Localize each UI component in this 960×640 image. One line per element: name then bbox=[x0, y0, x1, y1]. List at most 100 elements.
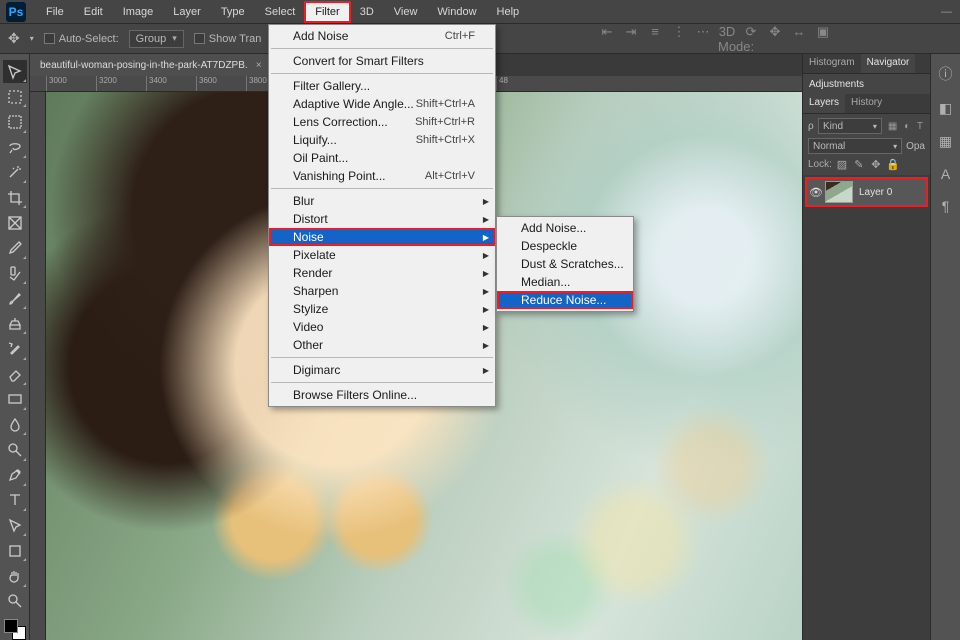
menu-edit[interactable]: Edit bbox=[74, 2, 113, 22]
lock-paint-icon[interactable]: ✎ bbox=[852, 158, 866, 171]
lock-all-icon[interactable]: 🔒 bbox=[886, 158, 900, 171]
tab-history[interactable]: History bbox=[845, 94, 888, 113]
tool-blur[interactable] bbox=[3, 413, 27, 436]
distribute-icon[interactable]: ⋮ bbox=[670, 24, 688, 54]
color-swatches[interactable] bbox=[4, 619, 26, 640]
lock-transparent-icon[interactable]: ▨ bbox=[835, 158, 849, 171]
align-icon[interactable]: ≡ bbox=[646, 24, 664, 54]
tab-navigator[interactable]: Navigator bbox=[861, 54, 916, 73]
menu-image[interactable]: Image bbox=[113, 2, 164, 22]
menu-file[interactable]: File bbox=[36, 2, 74, 22]
noise-median[interactable]: Median... bbox=[497, 273, 633, 291]
auto-select-target[interactable]: Group ▾ bbox=[129, 30, 184, 48]
filter-sharpen[interactable]: Sharpen bbox=[269, 282, 495, 300]
filter-pixel-icon[interactable]: ▦ bbox=[886, 121, 899, 132]
tools-panel bbox=[0, 54, 30, 640]
dolly-icon[interactable]: ↔ bbox=[790, 24, 808, 54]
filter-noise[interactable]: Noise bbox=[269, 228, 495, 246]
tool-frame[interactable] bbox=[3, 211, 27, 234]
filter-other[interactable]: Other bbox=[269, 336, 495, 354]
menu-label: Convert for Smart Filters bbox=[293, 54, 424, 68]
align-icon[interactable]: ⇥ bbox=[622, 24, 640, 54]
filter-pixelate[interactable]: Pixelate bbox=[269, 246, 495, 264]
menu-help[interactable]: Help bbox=[487, 2, 530, 22]
filter-stylize[interactable]: Stylize bbox=[269, 300, 495, 318]
layer-name[interactable]: Layer 0 bbox=[859, 187, 892, 198]
tool-clone[interactable] bbox=[3, 312, 27, 335]
filter-oilpaint[interactable]: Oil Paint... bbox=[269, 149, 495, 167]
tool-crop[interactable] bbox=[3, 186, 27, 209]
tab-adjustments[interactable]: Adjustments bbox=[803, 76, 870, 93]
menu-view[interactable]: View bbox=[384, 2, 428, 22]
filter-wideangle[interactable]: Adaptive Wide Angle...Shift+Ctrl+A bbox=[269, 95, 495, 113]
camera-icon[interactable]: ▣ bbox=[814, 24, 832, 54]
show-transform-checkbox[interactable]: Show Tran bbox=[194, 33, 262, 45]
tool-artboard[interactable] bbox=[3, 85, 27, 108]
tool-pen[interactable] bbox=[3, 464, 27, 487]
layer-filter-select[interactable]: Kind ▾ bbox=[818, 118, 882, 134]
noise-reduce[interactable]: Reduce Noise... bbox=[497, 291, 633, 309]
move-tool-icon[interactable]: ✥ bbox=[8, 30, 20, 47]
orbit-icon[interactable]: ⟳ bbox=[742, 24, 760, 54]
menu-filter[interactable]: Filter bbox=[305, 2, 349, 22]
noise-despeckle[interactable]: Despeckle bbox=[497, 237, 633, 255]
auto-select-checkbox[interactable]: Auto-Select: bbox=[44, 33, 119, 45]
lock-position-icon[interactable]: ✥ bbox=[869, 158, 883, 171]
info-icon[interactable]: ⓘ bbox=[939, 64, 953, 84]
menu-select[interactable]: Select bbox=[255, 2, 306, 22]
filter-blur[interactable]: Blur bbox=[269, 192, 495, 210]
chevron-down-icon[interactable]: ▾ bbox=[30, 34, 34, 43]
tool-shape[interactable] bbox=[3, 539, 27, 562]
layer-item[interactable]: 👁 Layer 0 bbox=[805, 177, 928, 207]
filter-recent[interactable]: Add Noise Ctrl+F bbox=[269, 27, 495, 45]
filter-video[interactable]: Video bbox=[269, 318, 495, 336]
tab-layers[interactable]: Layers bbox=[803, 94, 845, 113]
tool-hand[interactable] bbox=[3, 564, 27, 587]
filter-liquify[interactable]: Liquify...Shift+Ctrl+X bbox=[269, 131, 495, 149]
tool-eyedropper[interactable] bbox=[3, 237, 27, 260]
noise-add[interactable]: Add Noise... bbox=[497, 219, 633, 237]
align-icon[interactable]: ⇤ bbox=[598, 24, 616, 54]
filter-distort[interactable]: Distort bbox=[269, 210, 495, 228]
swatches-icon[interactable]: ▦ bbox=[939, 133, 952, 150]
menu-window[interactable]: Window bbox=[427, 2, 486, 22]
noise-dust[interactable]: Dust & Scratches... bbox=[497, 255, 633, 273]
tool-marquee[interactable] bbox=[3, 110, 27, 133]
tool-wand[interactable] bbox=[3, 161, 27, 184]
filter-lens[interactable]: Lens Correction...Shift+Ctrl+R bbox=[269, 113, 495, 131]
tool-zoom[interactable] bbox=[3, 590, 27, 613]
tool-type[interactable] bbox=[3, 489, 27, 512]
layer-thumbnail[interactable] bbox=[825, 181, 853, 203]
visibility-icon[interactable]: 👁 bbox=[807, 186, 825, 199]
tool-spot-heal[interactable] bbox=[3, 262, 27, 285]
filter-vanishing[interactable]: Vanishing Point...Alt+Ctrl+V bbox=[269, 167, 495, 185]
minimize-icon[interactable]: ― bbox=[941, 6, 952, 18]
paragraph-icon[interactable]: ¶ bbox=[942, 198, 950, 214]
filter-browse[interactable]: Browse Filters Online... bbox=[269, 386, 495, 404]
tool-gradient[interactable] bbox=[3, 388, 27, 411]
tool-lasso[interactable] bbox=[3, 136, 27, 159]
pan-icon[interactable]: ✥ bbox=[766, 24, 784, 54]
tool-eraser[interactable] bbox=[3, 363, 27, 386]
menu-layer[interactable]: Layer bbox=[163, 2, 211, 22]
filter-type-icon[interactable]: T bbox=[915, 121, 925, 132]
tool-move[interactable] bbox=[3, 60, 27, 83]
filter-render[interactable]: Render bbox=[269, 264, 495, 282]
menu-type[interactable]: Type bbox=[211, 2, 255, 22]
tool-brush[interactable] bbox=[3, 287, 27, 310]
menu-3d[interactable]: 3D bbox=[350, 2, 384, 22]
blend-mode-select[interactable]: Normal ▾ bbox=[808, 138, 902, 154]
tab-histogram[interactable]: Histogram bbox=[803, 54, 861, 73]
tool-dodge[interactable] bbox=[3, 438, 27, 461]
color-icon[interactable]: ◧ bbox=[939, 100, 952, 117]
tool-path-select[interactable] bbox=[3, 514, 27, 537]
filter-smart[interactable]: Convert for Smart Filters bbox=[269, 52, 495, 70]
filter-digimarc[interactable]: Digimarc bbox=[269, 361, 495, 379]
close-icon[interactable]: × bbox=[256, 60, 262, 71]
character-icon[interactable]: A bbox=[941, 166, 950, 182]
filter-gallery[interactable]: Filter Gallery... bbox=[269, 77, 495, 95]
filter-adjust-icon[interactable]: ◐ bbox=[902, 121, 912, 132]
document-tab[interactable]: beautiful-woman-posing-in-the-park-AT7DZ… bbox=[30, 54, 272, 76]
tool-history-brush[interactable] bbox=[3, 337, 27, 360]
distribute-icon[interactable]: ⋯ bbox=[694, 24, 712, 54]
